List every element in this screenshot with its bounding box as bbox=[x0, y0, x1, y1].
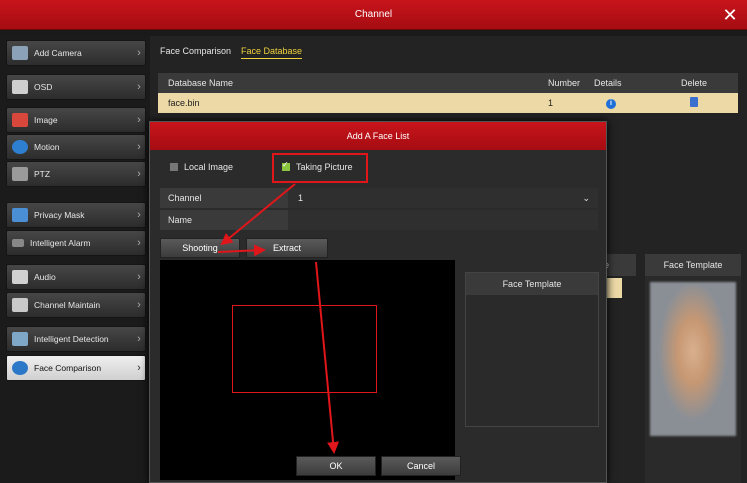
tab-bar: Face Comparison Face Database bbox=[160, 46, 303, 59]
chevron-right-icon: › bbox=[137, 168, 141, 180]
name-label: Name bbox=[168, 215, 193, 225]
name-field[interactable] bbox=[288, 210, 598, 230]
chevron-right-icon: › bbox=[137, 141, 141, 153]
sidebar-item-channel-maintain[interactable]: Channel Maintain › bbox=[6, 292, 146, 318]
face-detection-box bbox=[232, 305, 377, 393]
close-icon[interactable]: ✕ bbox=[719, 4, 741, 26]
chevron-right-icon: › bbox=[137, 299, 141, 311]
sidebar-item-label: Privacy Mask bbox=[34, 210, 85, 220]
add-face-list-dialog: Add A Face List Local Image Taking Pictu… bbox=[149, 121, 607, 483]
sidebar-item-face-comparison[interactable]: Face Comparison › bbox=[6, 355, 146, 381]
sidebar-item-privacy-mask[interactable]: Privacy Mask › bbox=[6, 202, 146, 228]
ok-button[interactable]: OK bbox=[296, 456, 376, 476]
sidebar-item-label: PTZ bbox=[34, 169, 51, 179]
sidebar-item-ptz[interactable]: PTZ › bbox=[6, 161, 146, 187]
sidebar-item-osd[interactable]: OSD › bbox=[6, 74, 146, 100]
header-delete: Delete bbox=[680, 78, 707, 88]
sidebar-item-intelligent-alarm[interactable]: Intelligent Alarm › bbox=[6, 230, 146, 256]
database-table: Database Name Number Details Delete face… bbox=[158, 73, 738, 113]
checkbox-icon[interactable] bbox=[170, 163, 178, 171]
sidebar: Add Camera › OSD › Image › Motion › PTZ … bbox=[0, 36, 150, 483]
taking-picture-label: Taking Picture bbox=[296, 162, 353, 172]
channel-label: Channel bbox=[168, 193, 202, 203]
taking-picture-option[interactable]: Taking Picture bbox=[282, 160, 353, 172]
channel-row: Channel 1 ⌄ bbox=[160, 188, 598, 208]
face-photo bbox=[650, 282, 736, 436]
document-icon bbox=[12, 80, 28, 94]
sidebar-item-label: Channel Maintain bbox=[34, 300, 101, 310]
cell-database-name: face.bin bbox=[168, 98, 200, 108]
checkbox-checked-icon[interactable] bbox=[282, 160, 290, 171]
table-row[interactable]: face.bin 1 i bbox=[158, 93, 738, 113]
camera-preview bbox=[160, 260, 455, 480]
sidebar-item-label: Face Comparison bbox=[34, 363, 102, 373]
shooting-button[interactable]: Shooting bbox=[160, 238, 240, 258]
window-titlebar: Channel ✕ bbox=[0, 0, 747, 30]
chevron-right-icon: › bbox=[137, 81, 141, 93]
dialog-face-template-panel: Face Template bbox=[465, 272, 599, 427]
chevron-right-icon: › bbox=[137, 47, 141, 59]
sidebar-item-intelligent-detection[interactable]: Intelligent Detection › bbox=[6, 326, 146, 352]
local-image-option[interactable]: Local Image bbox=[170, 162, 233, 172]
sidebar-item-label: Image bbox=[34, 115, 58, 125]
alarm-icon bbox=[12, 239, 24, 247]
sidebar-item-label: OSD bbox=[34, 82, 53, 92]
chevron-right-icon: › bbox=[137, 209, 141, 221]
chevron-right-icon: › bbox=[137, 271, 141, 283]
image-icon bbox=[12, 113, 28, 127]
motion-icon bbox=[12, 140, 28, 154]
name-row: Name bbox=[160, 210, 598, 230]
chevron-right-icon: › bbox=[137, 362, 141, 374]
header-number: Number bbox=[548, 78, 581, 88]
ptz-icon bbox=[12, 167, 28, 181]
tools-icon bbox=[12, 298, 28, 312]
sidebar-item-audio[interactable]: Audio › bbox=[6, 264, 146, 290]
channel-value: 1 bbox=[298, 193, 304, 203]
face-template-header: Face Template bbox=[645, 254, 741, 276]
table-header: Database Name Number Details Delete bbox=[158, 73, 738, 93]
face-template-panel: Face Template bbox=[645, 254, 741, 483]
sidebar-item-motion[interactable]: Motion › bbox=[6, 134, 146, 160]
sidebar-item-label: Motion bbox=[34, 142, 60, 152]
dialog-title: Add A Face List bbox=[150, 122, 606, 150]
local-image-label: Local Image bbox=[184, 162, 234, 172]
cancel-button[interactable]: Cancel bbox=[381, 456, 461, 476]
dialog-face-template-header: Face Template bbox=[466, 273, 598, 295]
header-details: Details bbox=[594, 78, 622, 88]
window-title: Channel bbox=[354, 9, 393, 20]
chevron-right-icon: › bbox=[137, 333, 141, 345]
trash-icon[interactable] bbox=[690, 97, 698, 107]
sidebar-item-image[interactable]: Image › bbox=[6, 107, 146, 133]
chevron-right-icon: › bbox=[137, 114, 141, 126]
chevron-right-icon: › bbox=[137, 237, 141, 249]
details-cell: i bbox=[594, 97, 650, 109]
extract-button[interactable]: Extract bbox=[246, 238, 328, 258]
detection-icon bbox=[12, 332, 28, 346]
speaker-icon bbox=[12, 270, 28, 284]
tab-face-database[interactable]: Face Database bbox=[241, 46, 303, 59]
header-database-name: Database Name bbox=[168, 78, 234, 88]
sidebar-item-label: Add Camera bbox=[34, 48, 82, 58]
info-icon[interactable]: i bbox=[606, 99, 616, 109]
channel-select[interactable]: 1 ⌄ bbox=[288, 188, 598, 208]
chevron-down-icon: ⌄ bbox=[582, 192, 590, 203]
tab-face-comparison[interactable]: Face Comparison bbox=[160, 46, 231, 59]
sidebar-item-add-camera[interactable]: Add Camera › bbox=[6, 40, 146, 66]
sidebar-item-label: Intelligent Detection bbox=[34, 334, 109, 344]
privacy-mask-icon bbox=[12, 208, 28, 222]
sidebar-item-label: Intelligent Alarm bbox=[30, 238, 91, 248]
delete-cell bbox=[650, 97, 738, 109]
sidebar-item-label: Audio bbox=[34, 272, 56, 282]
cell-number: 1 bbox=[548, 98, 554, 108]
camera-icon bbox=[12, 46, 28, 60]
face-comparison-icon bbox=[12, 361, 28, 375]
